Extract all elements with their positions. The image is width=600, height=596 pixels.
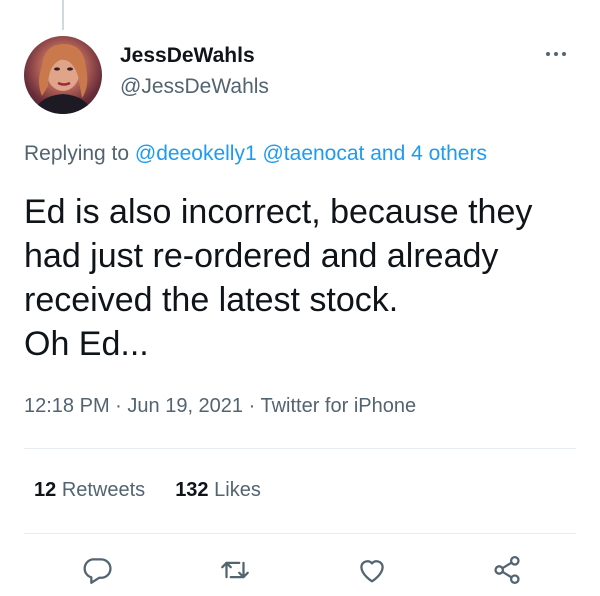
divider — [24, 448, 576, 449]
replying-to-line: Replying to @deeokelly1 @taenocat and 4 … — [24, 142, 487, 166]
author-display-name[interactable]: JessDeWahls — [120, 44, 255, 68]
likes-count: 132 — [175, 479, 209, 501]
tweet-line: Oh Ed... — [24, 325, 149, 363]
tweet-line: Ed is also incorrect, because they — [24, 193, 533, 231]
mention-deeokelly1[interactable]: @deeokelly1 — [135, 142, 257, 165]
likes-stat[interactable]: 132 Likes — [175, 479, 261, 502]
mention-taenocat[interactable]: @taenocat — [262, 142, 364, 165]
retweets-stat[interactable]: 12 Retweets — [34, 479, 145, 502]
action-bar — [0, 553, 600, 593]
retweets-count: 12 — [34, 479, 57, 501]
avatar-photo — [34, 44, 92, 114]
retweets-label: Retweets — [61, 479, 146, 501]
thread-connector-line — [62, 0, 64, 30]
mention-others[interactable]: and 4 others — [370, 142, 487, 165]
likes-label: Likes — [214, 479, 261, 501]
replying-to-label: Replying to — [24, 142, 135, 165]
tweet-date[interactable]: Jun 19, 2021 — [127, 395, 243, 417]
retweet-icon[interactable] — [218, 553, 252, 587]
engagement-stats: 12 Retweets 132 Likes — [34, 479, 261, 502]
tweet-time[interactable]: 12:18 PM — [24, 395, 110, 417]
share-icon[interactable] — [490, 553, 524, 587]
avatar[interactable] — [24, 36, 102, 114]
tweet-meta: 12:18 PM · Jun 19, 2021 · Twitter for iP… — [24, 395, 417, 417]
heart-icon[interactable] — [355, 553, 389, 587]
more-options-icon[interactable] — [538, 44, 574, 64]
author-handle[interactable]: @JessDeWahls — [120, 75, 269, 99]
divider — [24, 533, 576, 534]
tweet-line: had just re-ordered and already — [24, 237, 499, 275]
reply-icon[interactable] — [80, 553, 114, 587]
tweet-source[interactable]: Twitter for iPhone — [260, 395, 416, 417]
tweet-text: Ed is also incorrect, because they had j… — [24, 190, 584, 366]
tweet-line: received the latest stock. — [24, 281, 399, 319]
